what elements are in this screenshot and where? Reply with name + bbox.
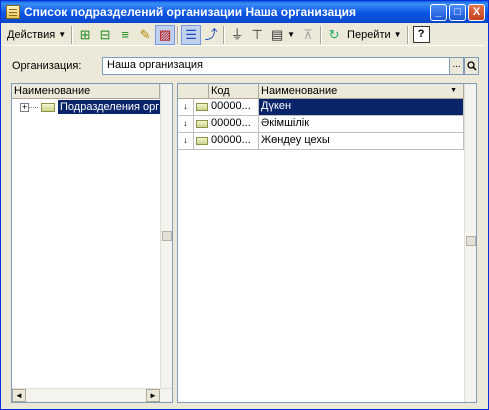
title-bar[interactable]: Список подразделений организации Наша ор…	[1, 1, 488, 23]
goto-menu-button[interactable]: Перейти ▼	[344, 25, 405, 45]
chevron-down-icon: ▼	[393, 30, 402, 39]
add-icon[interactable]: ⊞	[75, 25, 95, 45]
row-marker: ↓	[178, 99, 194, 115]
filter-by-value-icon[interactable]: ⊤	[247, 25, 267, 45]
name-column-label: Наименование	[261, 85, 338, 97]
organization-row: Организация:	[12, 57, 101, 75]
expand-icon[interactable]: +	[20, 102, 29, 112]
catalog-window: Список подразделений организации Наша ор…	[0, 0, 489, 410]
tree-item-label: Подразделения орг	[58, 100, 162, 114]
close-button[interactable]: X	[468, 3, 485, 21]
code-cell: 00000...	[209, 99, 259, 115]
folder-icon	[41, 102, 55, 112]
toolbar-separator	[320, 25, 323, 44]
item-icon	[196, 120, 208, 128]
tree-horizontal-scrollbar[interactable]: ◄ ►	[12, 388, 172, 402]
goto-label: Перейти	[347, 28, 391, 41]
chevron-down-icon[interactable]: ▼	[287, 30, 295, 39]
maximize-button[interactable]: □	[449, 3, 466, 21]
toolbar-separator	[71, 25, 74, 44]
chevron-down-icon: ▼	[58, 30, 67, 39]
tree-item[interactable]: + Подразделения орг	[12, 99, 162, 115]
code-column-header[interactable]: Код	[209, 84, 259, 99]
table-vertical-scrollbar[interactable]	[464, 84, 476, 402]
name-cell: Дүкен	[259, 99, 464, 115]
organization-label: Организация:	[12, 60, 82, 72]
name-cell: Әкімшілік	[259, 116, 464, 132]
name-column-header[interactable]: Наименование ▼	[259, 84, 464, 99]
organization-field[interactable]: Наша организация	[102, 57, 450, 75]
row-marker: ↓	[178, 116, 194, 132]
toolbar-separator	[223, 25, 226, 44]
minimize-button[interactable]: _	[430, 3, 447, 21]
marker-column-header[interactable]	[178, 84, 209, 99]
scroll-left-icon[interactable]: ◄	[12, 389, 26, 402]
code-cell: 00000...	[209, 116, 259, 132]
actions-menu-button[interactable]: Действия ▼	[4, 25, 69, 45]
name-cell: Жөндеу цехы	[259, 133, 464, 149]
scroll-thumb[interactable]	[466, 236, 476, 246]
move-to-group-icon[interactable]: ⤴	[201, 25, 221, 45]
disable-filter-icon[interactable]: ⊼	[298, 25, 318, 45]
actions-label: Действия	[7, 28, 56, 41]
filter-list-icon[interactable]: ▤	[267, 25, 287, 45]
table-panel[interactable]: Код Наименование ▼ ↓ 00000... Дүкен ↓ 00…	[177, 83, 477, 403]
add-group-icon[interactable]: ⊟	[95, 25, 115, 45]
copy-icon[interactable]: ≡	[115, 25, 135, 45]
window-title: Список подразделений организации Наша ор…	[24, 5, 356, 19]
help-button[interactable]: ?	[412, 26, 430, 43]
table-row[interactable]: ↓ 00000... Дүкен	[178, 99, 464, 116]
window-bottom-edge	[1, 403, 488, 409]
toolbar-separator	[406, 25, 409, 44]
search-icon[interactable]	[464, 57, 479, 75]
select-button[interactable]: ...	[449, 57, 464, 75]
item-icon	[196, 137, 208, 145]
tree-panel[interactable]: Наименование + Подразделения орг ◄ ►	[11, 83, 173, 403]
edit-icon[interactable]: ✎	[135, 25, 155, 45]
sort-icon: ▼	[450, 87, 457, 94]
catalog-icon	[6, 5, 20, 19]
tree-line	[29, 106, 38, 108]
code-cell: 00000...	[209, 133, 259, 149]
item-icon	[196, 103, 208, 111]
refresh-icon[interactable]: ↻	[324, 25, 344, 45]
scroll-right-icon[interactable]: ►	[146, 389, 160, 402]
toolbar: Действия ▼ ⊞ ⊟ ≡ ✎ ▨ ☰ ⤴ ⏚ ⊤ ▤ ▼ ⊼ ↻ Пер…	[4, 24, 485, 46]
table-row[interactable]: ↓ 00000... Әкімшілік	[178, 116, 464, 133]
toolbar-separator	[177, 25, 180, 44]
table-row[interactable]: ↓ 00000... Жөндеу цехы	[178, 133, 464, 150]
scroll-thumb[interactable]	[162, 231, 172, 241]
filter-icon[interactable]: ⏚	[227, 25, 247, 45]
tree-header[interactable]: Наименование	[12, 84, 160, 99]
tree-vertical-scrollbar[interactable]	[160, 84, 172, 388]
hierarchy-icon[interactable]: ☰	[181, 24, 202, 45]
row-marker: ↓	[178, 133, 194, 149]
delete-mark-icon[interactable]: ▨	[155, 24, 176, 45]
